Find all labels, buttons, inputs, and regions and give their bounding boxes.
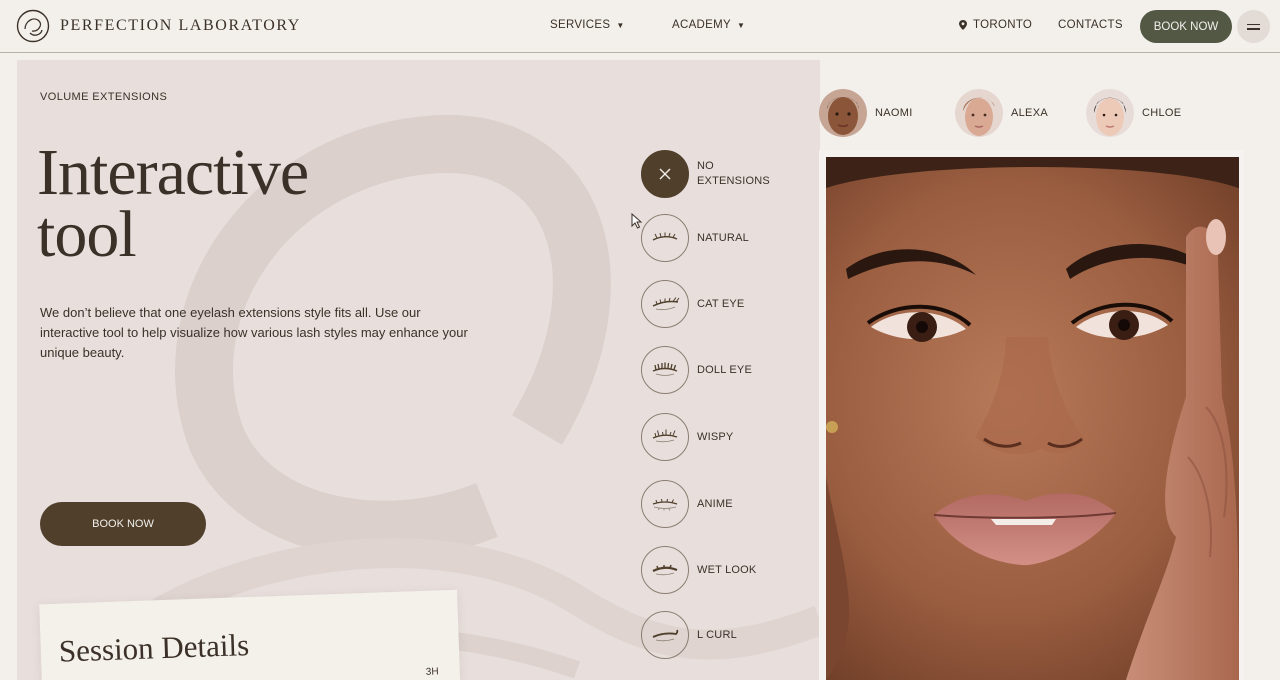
tool-description: We don’t believe that one eyelash extens… (40, 305, 468, 360)
lash-option-cat-eye[interactable]: CAT EYE (641, 280, 744, 328)
mouse-cursor-icon (631, 213, 643, 229)
lash-option-label: WET LOOK (697, 563, 757, 576)
book-now-header-button[interactable]: BOOK NOW (1140, 10, 1232, 43)
section-label: VOLUME EXTENSIONS (40, 91, 168, 103)
contacts-link[interactable]: CONTACTS (1058, 19, 1123, 31)
lash-option-label: NO EXTENSIONS (697, 160, 770, 187)
lash-option-label: ANIME (697, 497, 733, 510)
location-pin-icon (959, 20, 967, 30)
caret-down-icon: ▼ (736, 20, 746, 30)
session-details-title: Session Details (58, 627, 250, 669)
lash-option-label: WISPY (697, 430, 734, 443)
session-duration: 3H (425, 666, 439, 678)
nav-academy[interactable]: ACADEMY ▼ (672, 19, 745, 31)
lash-option-label: L CURL (697, 628, 737, 641)
caret-down-icon: ▼ (616, 20, 625, 30)
lash-option-no-extensions[interactable]: NO EXTENSIONS (641, 150, 779, 198)
menu-line (1247, 28, 1260, 30)
site-header: PERFECTION LABORATORY SERVICES ▼ ACADEMY… (0, 0, 1280, 53)
lash-option-doll-eye[interactable]: DOLL EYE (641, 346, 752, 394)
model-name: CHLOE (1142, 107, 1182, 119)
close-x-icon (641, 150, 689, 198)
lash-option-l-curl[interactable]: L CURL (641, 611, 737, 659)
lash-option-label: DOLL EYE (697, 363, 752, 376)
page-title: Interactive tool (37, 140, 309, 268)
lash-option-natural[interactable]: NATURAL (641, 214, 749, 262)
lash-cat-eye-icon (641, 280, 689, 328)
lash-wispy-icon (641, 413, 689, 461)
session-details-card: Session Details 3H (39, 589, 461, 680)
avatar (955, 89, 1003, 137)
location-link[interactable]: TORONTO (959, 19, 1032, 31)
model-portrait (826, 157, 1239, 680)
brand-logo[interactable]: PERFECTION LABORATORY (16, 9, 301, 43)
title-line-2: tool (37, 198, 137, 271)
menu-line (1247, 23, 1260, 25)
lash-l-curl-icon (641, 611, 689, 659)
model-name: ALEXA (1011, 107, 1048, 119)
contacts-label: CONTACTS (1058, 19, 1123, 31)
book-now-button[interactable]: BOOK NOW (40, 502, 206, 546)
model-chloe[interactable]: CHLOE (1086, 89, 1181, 137)
model-alexa[interactable]: ALEXA (955, 89, 1048, 137)
lash-doll-eye-icon (641, 346, 689, 394)
avatar (1086, 89, 1134, 137)
nav-services-label: SERVICES (550, 19, 611, 31)
nav-services[interactable]: SERVICES ▼ (550, 19, 625, 31)
lash-wet-look-icon (641, 546, 689, 594)
lash-anime-icon (641, 480, 689, 528)
lash-option-anime[interactable]: ANIME (641, 480, 733, 528)
lash-option-wet-look[interactable]: WET LOOK (641, 546, 756, 594)
model-name: NAOMI (875, 107, 913, 119)
nav-academy-label: ACADEMY (672, 19, 731, 31)
lash-option-label: NATURAL (697, 231, 749, 244)
logo-icon (16, 9, 50, 43)
avatar (819, 89, 867, 137)
location-label: TORONTO (973, 19, 1033, 31)
lash-option-wispy[interactable]: WISPY (641, 413, 733, 461)
hamburger-menu-icon[interactable] (1237, 10, 1270, 43)
brand-name: PERFECTION LABORATORY (60, 17, 301, 34)
lash-natural-icon (641, 214, 689, 262)
model-naomi[interactable]: NAOMI (819, 89, 913, 137)
lash-option-label: CAT EYE (697, 297, 745, 310)
